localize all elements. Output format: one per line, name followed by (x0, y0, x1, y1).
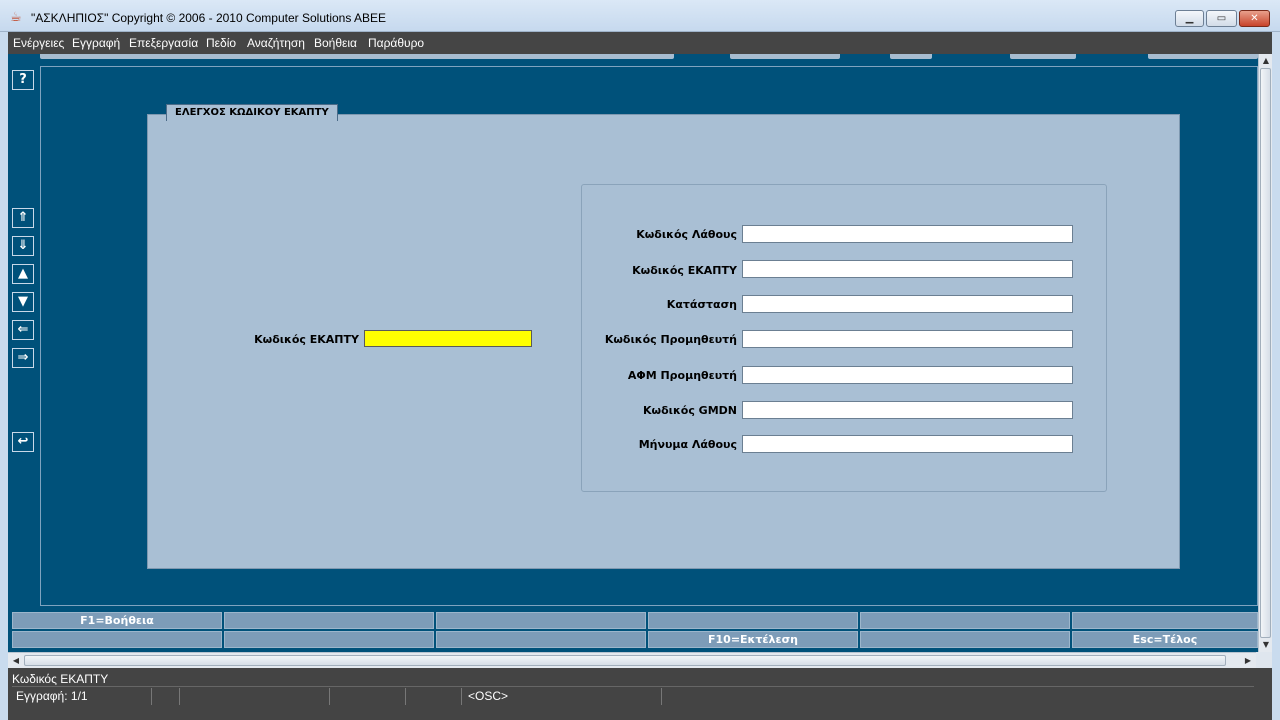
menu-record[interactable]: Εγγραφή (72, 36, 120, 50)
fkey-slot[interactable] (648, 612, 858, 629)
next-record-button[interactable]: ▼ (12, 292, 34, 312)
close-icon: ✕ (1250, 13, 1259, 24)
fkey-slot[interactable] (12, 631, 222, 648)
last-record-button[interactable]: ⇓ (12, 236, 34, 256)
window-title: "ΑΣΚΛΗΠΙΟΣ" Copyright © 2006 - 2010 Comp… (31, 11, 387, 25)
arrow-left-icon: ⇐ (17, 322, 29, 337)
menu-actions[interactable]: Ενέργειες (13, 36, 64, 50)
arrow-up-bar-icon: ⇑ (17, 210, 29, 225)
close-button[interactable]: ✕ (1239, 10, 1270, 27)
horizontal-scroll-thumb[interactable] (24, 655, 1226, 666)
error-code-field[interactable] (742, 225, 1073, 243)
vertical-scrollbar[interactable]: ▲ ▼ (1258, 54, 1272, 652)
first-record-button[interactable]: ⇑ (12, 208, 34, 228)
ekaptu-code-input[interactable] (364, 330, 532, 347)
error-code-label: Κωδικός Λάθους (636, 228, 737, 241)
field-hint: Κωδικός ΕΚΑΠΤΥ (12, 671, 1254, 687)
next-block-button[interactable]: ⇒ (12, 348, 34, 368)
window-frame-right (1272, 32, 1280, 720)
menu-field[interactable]: Πεδίο (206, 36, 236, 50)
fkey-f10-execute[interactable]: F10=Εκτέλεση (648, 631, 858, 648)
help-icon: ? (19, 72, 27, 87)
strip-segment (1010, 54, 1076, 59)
fkey-esc-exit[interactable]: Esc=Τέλος (1072, 631, 1258, 648)
maximize-button[interactable]: ▭ (1206, 10, 1237, 27)
minimize-icon: ▁ (1185, 13, 1194, 24)
mode-indicator: <OSC> (462, 688, 662, 705)
fkey-slot[interactable] (224, 612, 434, 629)
menu-help[interactable]: Βοήθεια (314, 36, 357, 50)
java-cup-icon: ☕ (10, 10, 22, 25)
status-field[interactable] (742, 295, 1073, 313)
panel-title: ΕΛΕΓΧΟΣ ΚΩΔΙΚΟΥ ΕΚΑΠΤΥ (166, 104, 338, 121)
title-bar: ☕ "ΑΣΚΛΗΠΙΟΣ" Copyright © 2006 - 2010 Co… (0, 0, 1280, 32)
menu-bar: Ενέργειες Εγγραφή Επεξεργασία Πεδίο Αναζ… (8, 32, 1272, 54)
fkey-slot[interactable] (224, 631, 434, 648)
fkey-slot[interactable] (436, 631, 646, 648)
undo-button[interactable]: ↩ (12, 432, 34, 452)
vertical-scroll-thumb[interactable] (1260, 68, 1271, 638)
fkey-slot[interactable] (436, 612, 646, 629)
gmdn-code-label: Κωδικός GMDN (643, 404, 737, 417)
fkey-slot[interactable] (860, 631, 1070, 648)
scroll-up-icon[interactable]: ▲ (1260, 55, 1272, 67)
strip-segment (1148, 54, 1258, 59)
horizontal-scrollbar[interactable]: ◀ ▶ (8, 652, 1256, 668)
status-cell-empty (180, 688, 330, 705)
previous-record-button[interactable]: ▲ (12, 264, 34, 284)
menu-window[interactable]: Παράθυρο (368, 36, 424, 50)
result-ekaptu-code-label: Κωδικός ΕΚΑΠΤΥ (632, 264, 737, 277)
hidden-toolbar-strip (40, 54, 1258, 60)
gmdn-code-field[interactable] (742, 401, 1073, 419)
strip-segment (730, 54, 840, 59)
maximize-icon: ▭ (1216, 13, 1227, 24)
ekaptu-code-label: Κωδικός ΕΚΑΠΤΥ (254, 333, 359, 346)
window-frame-left (0, 32, 8, 720)
scroll-down-icon[interactable]: ▼ (1260, 639, 1272, 651)
scroll-left-icon[interactable]: ◀ (10, 655, 22, 667)
arrow-right-icon: ⇒ (17, 350, 29, 365)
scroll-right-icon[interactable]: ▶ (1242, 655, 1254, 667)
strip-segment (890, 54, 932, 59)
menu-edit[interactable]: Επεξεργασία (129, 36, 198, 50)
help-button[interactable]: ? (12, 70, 34, 90)
minimize-button[interactable]: ▁ (1175, 10, 1204, 27)
fkey-slot[interactable] (860, 612, 1070, 629)
supplier-vat-field[interactable] (742, 366, 1073, 384)
supplier-code-label: Κωδικός Προμηθευτή (604, 333, 737, 346)
undo-icon: ↩ (17, 434, 29, 449)
status-cell-empty (330, 688, 406, 705)
triangle-down-icon: ▼ (18, 294, 28, 309)
status-cells: Εγγραφή: 1/1 <OSC> (12, 688, 1254, 705)
arrow-down-bar-icon: ⇓ (17, 238, 29, 253)
supplier-vat-label: ΑΦΜ Προμηθευτή (627, 369, 737, 382)
supplier-code-field[interactable] (742, 330, 1073, 348)
status-cell-empty (152, 688, 180, 705)
strip-segment (40, 54, 674, 59)
status-cell-empty (406, 688, 462, 705)
status-label: Κατάσταση (666, 298, 737, 311)
error-message-label: Μήνυμα Λάθους (638, 438, 737, 451)
fkey-slot[interactable] (1072, 612, 1258, 629)
fkey-f1-help[interactable]: F1=Βοήθεια (12, 612, 222, 629)
record-counter: Εγγραφή: 1/1 (12, 688, 152, 705)
menu-search[interactable]: Αναζήτηση (247, 36, 305, 50)
triangle-up-icon: ▲ (18, 266, 28, 281)
previous-block-button[interactable]: ⇐ (12, 320, 34, 340)
error-message-field[interactable] (742, 435, 1073, 453)
result-ekaptu-code-field[interactable] (742, 260, 1073, 278)
